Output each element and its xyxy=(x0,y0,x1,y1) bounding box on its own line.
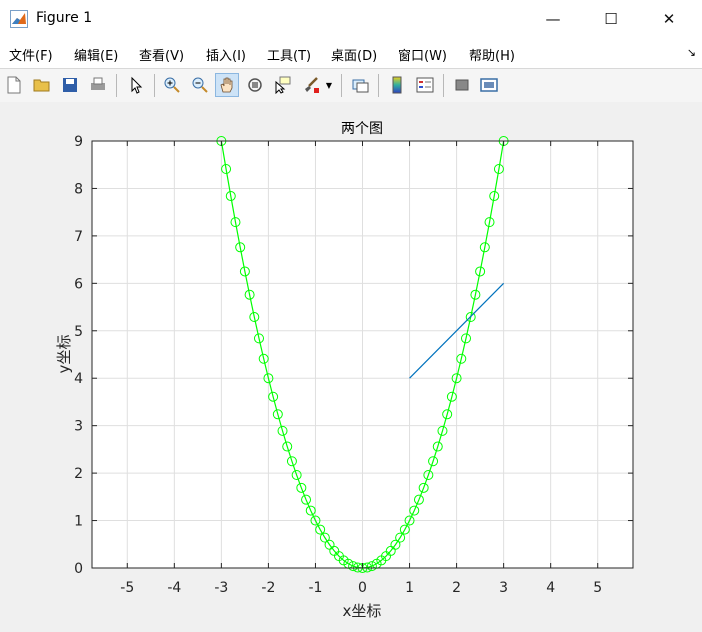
zoom-out-button[interactable] xyxy=(188,73,212,97)
y-tick-label: 7 xyxy=(74,229,83,245)
x-tick-label: -2 xyxy=(261,580,275,596)
menu-view[interactable]: 查看(V) xyxy=(139,45,184,64)
brush-dropdown-button[interactable]: ▼ xyxy=(322,73,336,97)
x-tick-label: 4 xyxy=(546,580,555,596)
x-tick-label: -4 xyxy=(167,580,181,596)
link-plot-icon xyxy=(352,79,369,93)
rotate-3d-button[interactable] xyxy=(243,73,267,97)
chart-title: 两个图 xyxy=(341,121,383,137)
minimize-icon: — xyxy=(545,10,561,28)
y-tick-label: 3 xyxy=(74,419,83,435)
menu-desktop[interactable]: 桌面(D) xyxy=(331,45,377,64)
maximize-icon: ☐ xyxy=(604,10,618,28)
show-plot-tools-button[interactable] xyxy=(477,73,501,97)
save-icon xyxy=(63,78,77,92)
legend-button[interactable] xyxy=(413,73,437,97)
x-tick-label: -5 xyxy=(120,580,134,596)
print-icon xyxy=(91,77,105,90)
new-figure-button[interactable] xyxy=(2,73,26,97)
y-axis-label: y坐标 xyxy=(55,335,73,374)
x-tick-label: 0 xyxy=(358,580,367,596)
link-plot-button[interactable] xyxy=(348,73,372,97)
hide-plot-tools-icon xyxy=(455,79,469,91)
zoom-out-icon xyxy=(192,77,208,93)
pan-icon xyxy=(220,77,233,93)
menu-edit[interactable]: 编辑(E) xyxy=(74,45,118,64)
open-file-button[interactable] xyxy=(30,73,54,97)
pan-button[interactable] xyxy=(215,73,239,97)
hide-plot-tools-button[interactable] xyxy=(450,73,474,97)
new-figure-icon xyxy=(7,76,21,94)
menu-tools[interactable]: 工具(T) xyxy=(267,45,311,64)
plot-svg[interactable]: -5 -4 -3 -2 -1 0 1 2 3 4 5 0 1 2 3 4 5 6 7 8 9 两个图 x坐标 y坐标 xyxy=(0,102,702,628)
brush-button[interactable] xyxy=(299,73,323,97)
maximize-button[interactable]: ☐ xyxy=(588,0,634,38)
edit-plot-icon xyxy=(131,76,143,94)
figure-canvas: -5 -4 -3 -2 -1 0 1 2 3 4 5 0 1 2 3 4 5 6 7 8 9 两个图 x坐标 y坐标 xyxy=(0,102,702,628)
print-button[interactable] xyxy=(86,73,110,97)
colorbar-icon xyxy=(392,76,402,94)
edit-plot-button[interactable] xyxy=(124,73,148,97)
menu-insert[interactable]: 插入(I) xyxy=(206,45,246,64)
undock-arrow-icon[interactable]: ↘ xyxy=(687,46,696,59)
menu-file[interactable]: 文件(F) xyxy=(9,45,53,64)
close-icon: ✕ xyxy=(662,10,676,28)
y-tick-label: 5 xyxy=(74,324,83,340)
y-tick-label: 1 xyxy=(74,514,83,530)
menu-help[interactable]: 帮助(H) xyxy=(469,45,515,64)
y-tick-label: 4 xyxy=(74,371,83,387)
chevron-down-icon: ▼ xyxy=(325,80,333,90)
legend-icon xyxy=(416,77,434,93)
x-tick-label: 5 xyxy=(593,580,602,596)
menu-bar: 文件(F) 编辑(E) 查看(V) 插入(I) 工具(T) 桌面(D) 窗口(W… xyxy=(0,38,702,68)
data-cursor-button[interactable] xyxy=(271,73,295,97)
window-title: Figure 1 xyxy=(36,10,93,26)
y-tick-label: 8 xyxy=(74,181,83,197)
window-title-bar: Figure 1 — ☐ ✕ xyxy=(0,0,702,38)
y-tick-label: 6 xyxy=(74,276,83,292)
y-tick-label: 2 xyxy=(74,466,83,482)
close-button[interactable]: ✕ xyxy=(646,0,692,38)
data-cursor-icon xyxy=(275,76,291,94)
matlab-logo-icon xyxy=(10,10,28,28)
minimize-button[interactable]: — xyxy=(530,0,576,38)
zoom-in-icon xyxy=(164,77,180,93)
rotate-3d-icon xyxy=(248,78,262,92)
zoom-in-button[interactable] xyxy=(160,73,184,97)
colorbar-button[interactable] xyxy=(385,73,409,97)
y-tick-label: 0 xyxy=(74,561,83,577)
show-plot-tools-icon xyxy=(480,78,498,92)
x-axis-label: x坐标 xyxy=(343,602,382,620)
x-tick-label: 3 xyxy=(499,580,508,596)
x-tick-label: -3 xyxy=(214,580,228,596)
figure-toolbar: ▼ xyxy=(0,68,702,103)
brush-icon xyxy=(305,77,319,93)
menu-window[interactable]: 窗口(W) xyxy=(398,45,447,64)
x-tick-label: 2 xyxy=(452,580,461,596)
save-button[interactable] xyxy=(58,73,82,97)
open-file-icon xyxy=(33,79,50,92)
x-tick-label: -1 xyxy=(308,580,322,596)
x-tick-label: 1 xyxy=(405,580,414,596)
y-tick-label: 9 xyxy=(74,134,83,150)
